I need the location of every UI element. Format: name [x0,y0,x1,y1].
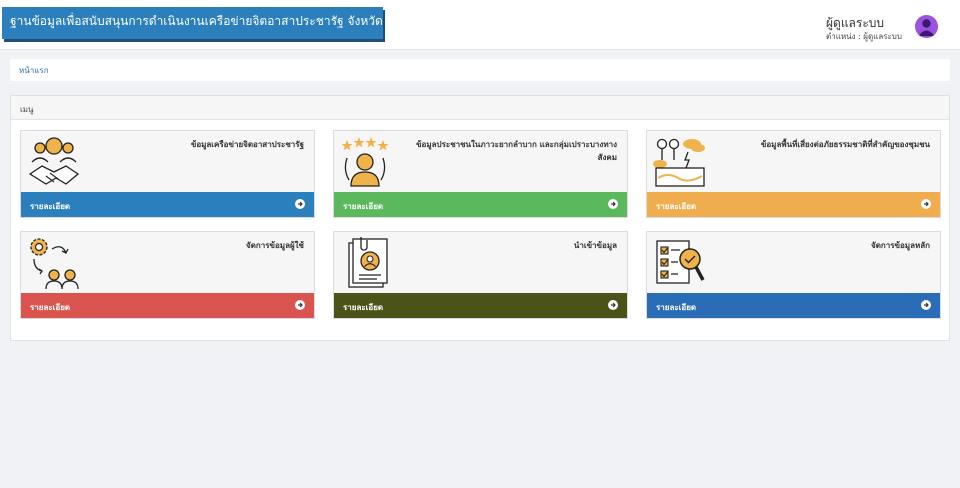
arrow-circle-right-icon [921,300,931,310]
card-title: นำเข้าข้อมูล [573,241,617,250]
detail-label: รายละเอียด [30,202,71,211]
card-title: จัดการข้อมูลหลัก [871,241,930,250]
card-title: ข้อมูลประชาชนในภาวะยากลำบาก และกลุ่มเปรา… [416,140,617,162]
arrow-circle-right-icon [921,199,931,209]
card-detail-button[interactable]: รายละเอียด [647,293,940,318]
arrow-circle-right-icon [608,199,618,209]
top-navbar: ฐานข้อมูลเพื่อสนับสนุนการดำเนินงานเครือข… [0,0,960,50]
menu-title: เมนู [20,105,34,114]
checklist-search-icon [652,235,708,291]
person-rating-icon [339,134,395,190]
card-import-data: นำเข้าข้อมูล รายละเอียด [333,231,628,319]
handshake-icon [26,134,82,190]
detail-label: รายละเอียด [343,303,384,312]
detail-label: รายละเอียด [656,202,697,211]
arrow-circle-right-icon [295,199,305,209]
card-disaster-risk-areas: ข้อมูลพื้นที่เสี่ยงต่อภัยธรรมชาติที่สำคั… [646,130,941,218]
card-detail-button[interactable]: รายละเอียด [21,192,314,217]
arrow-circle-right-icon [295,300,305,310]
card-detail-button[interactable]: รายละเอียด [334,192,627,217]
card-vulnerable-people: ข้อมูลประชาชนในภาวะยากลำบาก และกลุ่มเปรา… [333,130,628,218]
user-role: ตำแหน่ง : ผู้ดูแลระบบ [826,32,902,41]
card-title: จัดการข้อมูลผู้ใช้ [246,241,304,250]
import-document-icon [339,235,395,291]
avatar-icon[interactable] [915,15,938,38]
breadcrumb-home-link[interactable]: หน้าแรก [19,64,49,77]
card-user-management: จัดการข้อมูลผู้ใช้ รายละเอียด [20,231,315,319]
card-detail-button[interactable]: รายละเอียด [647,192,940,217]
card-master-data: จัดการข้อมูลหลัก รายละเอียด [646,231,941,319]
card-title: ข้อมูลเครือข่ายจิตอาสาประชารัฐ [190,140,304,149]
detail-label: รายละเอียด [343,202,384,211]
detail-label: รายละเอียด [656,303,697,312]
card-detail-button[interactable]: รายละเอียด [21,293,314,318]
card-detail-button[interactable]: รายละเอียด [334,293,627,318]
site-title[interactable]: ฐานข้อมูลเพื่อสนับสนุนการดำเนินงานเครือข… [2,7,383,39]
disaster-map-icon [652,134,708,190]
menu-panel: เมนู ข้อมูลเครือข่ายจิตอาสาประชารัฐ รายล… [10,95,950,341]
breadcrumb: หน้าแรก [10,59,950,81]
detail-label: รายละเอียด [30,303,71,312]
arrow-circle-right-icon [608,300,618,310]
card-volunteer-network: ข้อมูลเครือข่ายจิตอาสาประชารัฐ รายละเอีย… [20,130,315,218]
user-management-icon [26,235,82,291]
card-title: ข้อมูลพื้นที่เสี่ยงต่อภัยธรรมชาติที่สำคั… [760,140,930,149]
menu-header: เมนู [11,96,949,120]
